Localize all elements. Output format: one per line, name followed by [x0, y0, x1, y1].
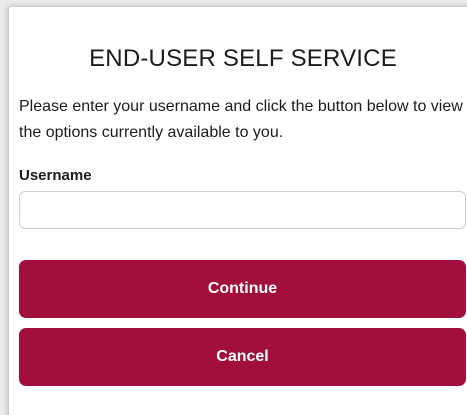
username-input[interactable]: [19, 191, 466, 229]
continue-button[interactable]: Continue: [19, 260, 466, 318]
panel-description: Please enter your username and click the…: [19, 98, 463, 141]
panel-title: END-USER SELF SERVICE: [89, 45, 397, 72]
username-label: Username: [19, 167, 92, 184]
page-background: END-USER SELF SERVICE Please enter your …: [0, 0, 467, 415]
cancel-button[interactable]: Cancel: [19, 328, 466, 386]
self-service-panel: END-USER SELF SERVICE Please enter your …: [9, 7, 467, 415]
